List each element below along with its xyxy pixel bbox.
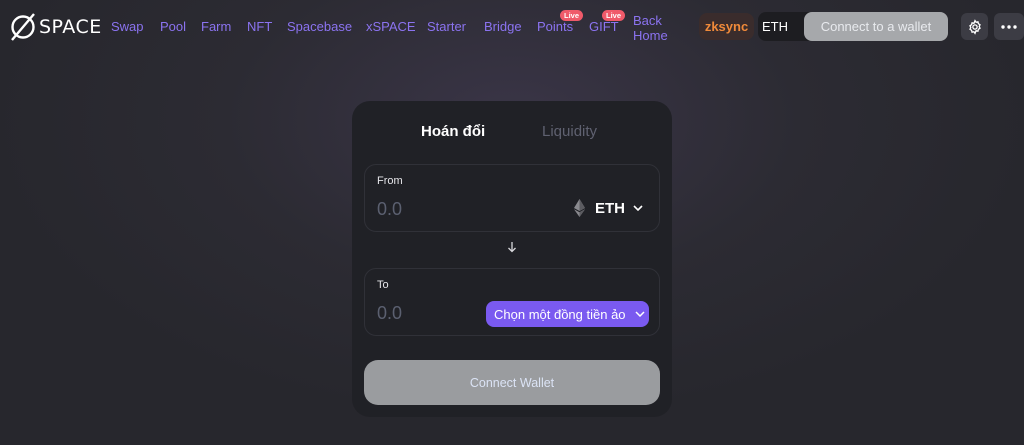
select-token-button[interactable]: Chọn một đồng tiền ảo bbox=[486, 301, 649, 327]
gift-live-badge: Live bbox=[602, 10, 626, 21]
more-icon bbox=[1001, 24, 1017, 29]
connect-wallet-button[interactable]: Connect Wallet bbox=[364, 360, 660, 405]
from-amount-input[interactable]: 0.0 bbox=[377, 199, 402, 220]
tab-swap[interactable]: Hoán đổi bbox=[421, 123, 485, 140]
nav-spacebase[interactable]: Spacebase bbox=[287, 19, 352, 34]
nav-points[interactable]: Points bbox=[537, 19, 573, 34]
from-label: From bbox=[377, 175, 403, 187]
to-amount-input[interactable]: 0.0 bbox=[377, 303, 402, 324]
nav-bridge[interactable]: Bridge bbox=[484, 19, 522, 34]
settings-button[interactable] bbox=[961, 13, 988, 40]
to-panel: To 0.0 Chọn một đồng tiền ảo bbox=[364, 268, 660, 336]
to-label: To bbox=[377, 279, 389, 291]
from-panel: From 0.0 ETH bbox=[364, 164, 660, 232]
from-token-selector[interactable]: ETH bbox=[574, 199, 643, 217]
nav-swap[interactable]: Swap bbox=[111, 19, 144, 34]
logo-text: SPACE bbox=[39, 16, 102, 38]
nav-xspace[interactable]: xSPACE bbox=[366, 19, 416, 34]
swap-card: Hoán đổi Liquidity From 0.0 ETH To 0.0 C… bbox=[352, 101, 672, 417]
nav-back-home[interactable]: Back Home bbox=[633, 13, 677, 43]
network-selector[interactable]: zksync bbox=[699, 13, 754, 40]
nav-starter[interactable]: Starter bbox=[427, 19, 466, 34]
points-live-badge: Live bbox=[560, 10, 584, 21]
from-token-name: ETH bbox=[595, 199, 625, 217]
select-token-label: Chọn một đồng tiền ảo bbox=[494, 306, 626, 322]
nav-pool[interactable]: Pool bbox=[160, 19, 186, 34]
nav-farm[interactable]: Farm bbox=[201, 19, 231, 34]
nav-gift[interactable]: GIFT bbox=[589, 19, 619, 34]
tab-liquidity[interactable]: Liquidity bbox=[542, 123, 597, 140]
arrow-down-icon[interactable] bbox=[507, 241, 517, 253]
chevron-down-icon bbox=[635, 311, 645, 317]
connect-to-wallet-button[interactable]: Connect to a wallet bbox=[804, 12, 948, 41]
nav-nft[interactable]: NFT bbox=[247, 19, 272, 34]
chevron-down-icon bbox=[633, 205, 643, 211]
space-logo-icon bbox=[11, 13, 35, 41]
space-logo[interactable]: SPACE bbox=[10, 12, 102, 42]
more-button[interactable] bbox=[994, 13, 1024, 40]
gear-icon bbox=[968, 18, 981, 35]
eth-icon bbox=[574, 199, 585, 217]
top-nav-bar: SPACE Swap Pool Farm NFT Spacebase xSPAC… bbox=[0, 0, 1024, 54]
